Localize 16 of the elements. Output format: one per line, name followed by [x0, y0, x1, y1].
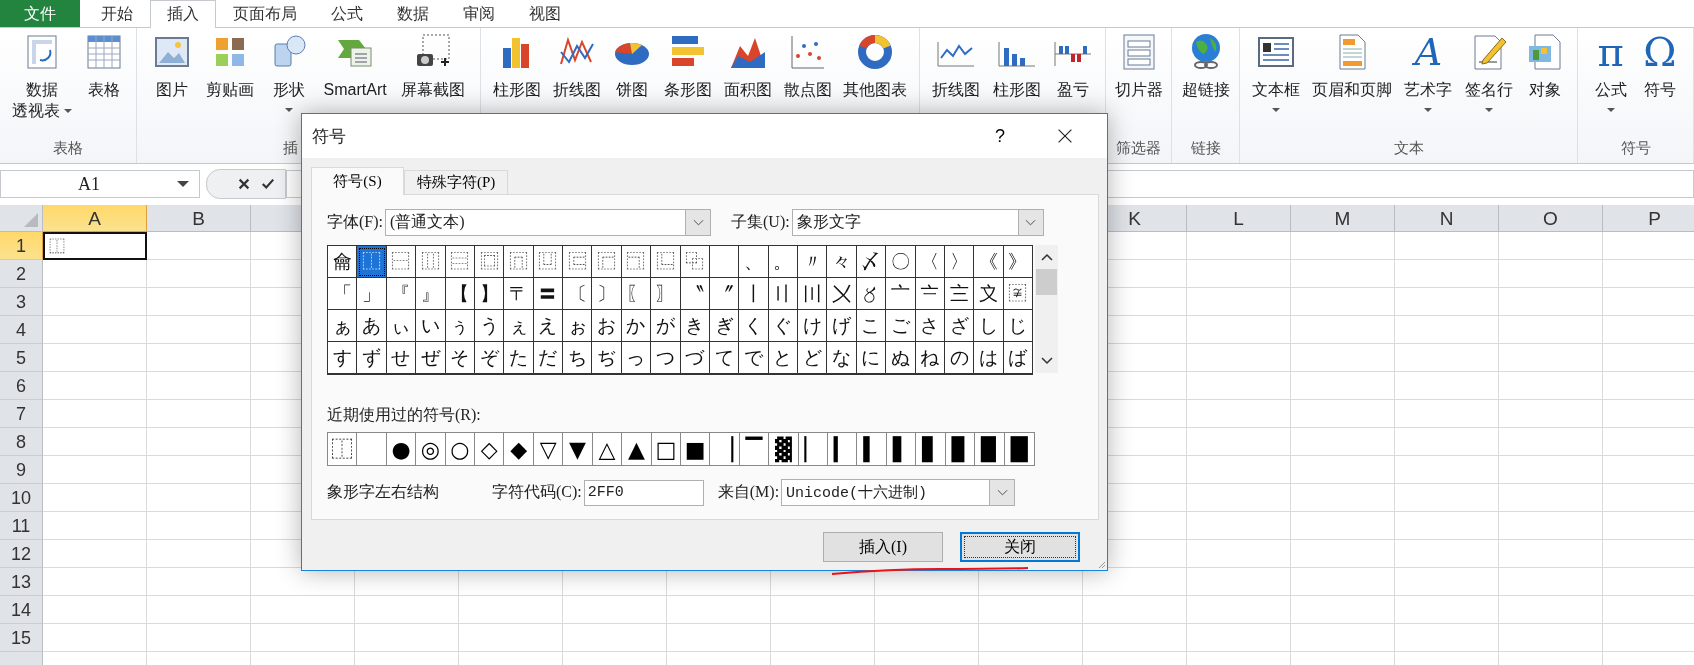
- group-label: 筛选器: [1115, 138, 1162, 158]
- recent-symbols-label: 近期使用过的符号(R):: [327, 405, 482, 426]
- pi-icon: π: [1597, 32, 1624, 72]
- omega-icon: Ω: [1643, 32, 1677, 72]
- field-label: 字符代码(C):: [492, 482, 582, 503]
- group-label: 链接: [1189, 138, 1222, 158]
- group-label: 插: [282, 138, 299, 158]
- field-label: 字体(F):: [327, 212, 383, 233]
- field-label: 子集(U):: [731, 212, 790, 233]
- group-label: 符号: [1619, 138, 1652, 158]
- wordart-icon: A: [1414, 32, 1443, 72]
- dialog-title: 符号: [312, 125, 347, 148]
- group-label: 表格: [52, 138, 84, 158]
- group-label: 文本: [1392, 138, 1425, 158]
- character-name: 象形字左右结构: [327, 482, 440, 502]
- field-label: 来自(M):: [717, 482, 780, 503]
